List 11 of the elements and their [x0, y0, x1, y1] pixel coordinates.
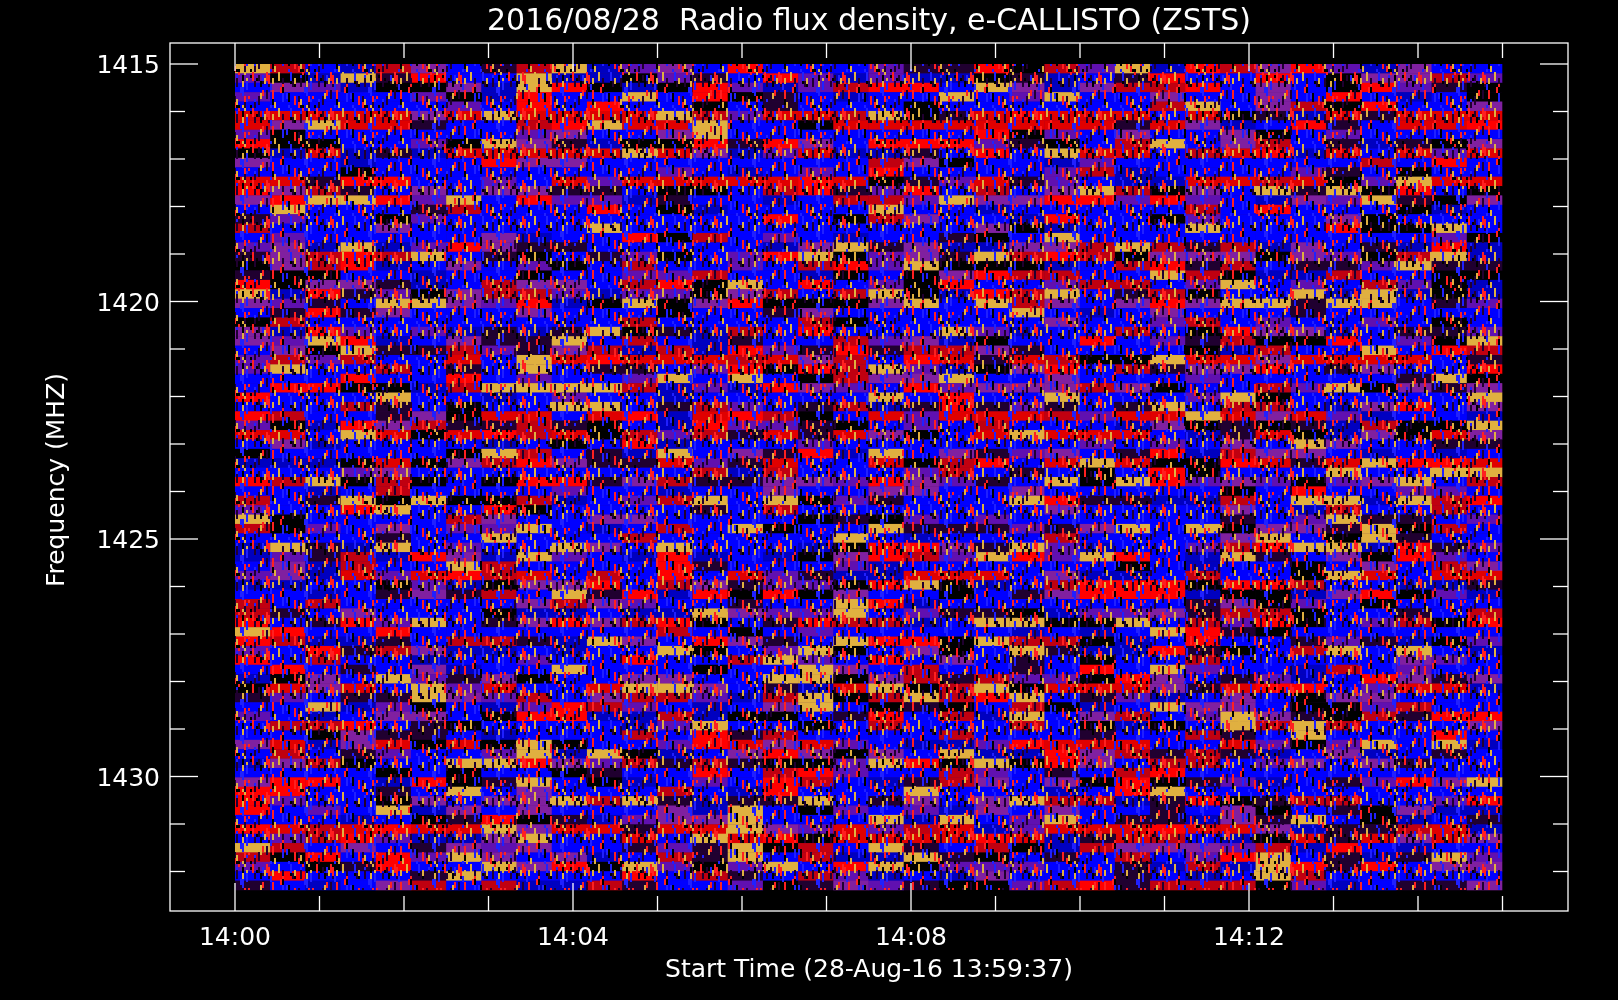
- tick-label: 1420: [96, 287, 160, 317]
- tick-label: 14:00: [199, 922, 271, 951]
- axis-title: Start Time (28-Aug-16 13:59:37): [665, 954, 1073, 983]
- tick-label: 14:12: [1213, 922, 1285, 951]
- tick-label: 14:04: [537, 922, 609, 951]
- tick-label: 1425: [96, 525, 160, 554]
- tick-label: 1415: [96, 50, 160, 79]
- tick-label: 14:08: [875, 922, 947, 951]
- chart-title: 2016/08/28 Radio flux density, e-CALLISTO (ZSTS): [487, 2, 1251, 37]
- axis-title: Frequency (MHZ): [41, 372, 70, 588]
- tick-label: 1430: [96, 762, 160, 792]
